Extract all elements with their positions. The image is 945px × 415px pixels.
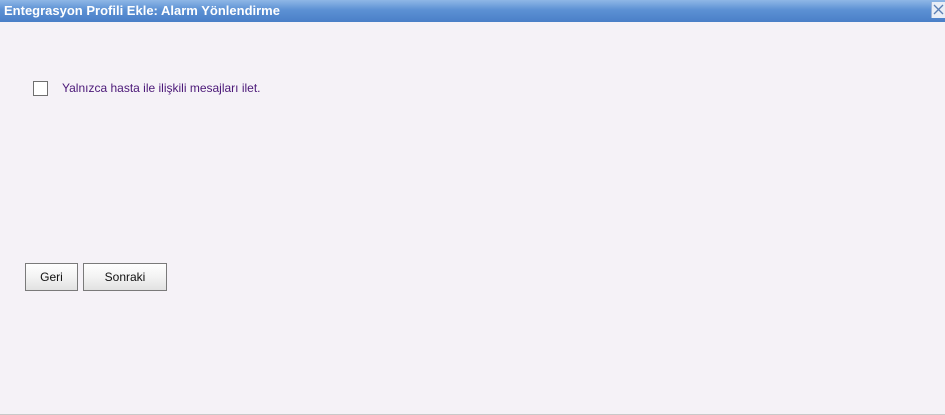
back-button[interactable]: Geri xyxy=(25,263,78,291)
dialog-title: Entegrasyon Profili Ekle: Alarm Yönlendi… xyxy=(4,3,280,18)
patient-messages-label: Yalnızca hasta ile ilişkili mesajları il… xyxy=(62,81,261,95)
patient-messages-option: Yalnızca hasta ile ilişkili mesajları il… xyxy=(33,79,261,97)
dialog-titlebar: Entegrasyon Profili Ekle: Alarm Yönlendi… xyxy=(0,0,945,22)
patient-messages-checkbox[interactable] xyxy=(33,80,48,96)
next-button[interactable]: Sonraki xyxy=(83,263,167,291)
close-button[interactable] xyxy=(931,2,945,18)
integration-profile-dialog: Entegrasyon Profili Ekle: Alarm Yönlendi… xyxy=(0,0,945,415)
close-icon xyxy=(933,4,944,15)
